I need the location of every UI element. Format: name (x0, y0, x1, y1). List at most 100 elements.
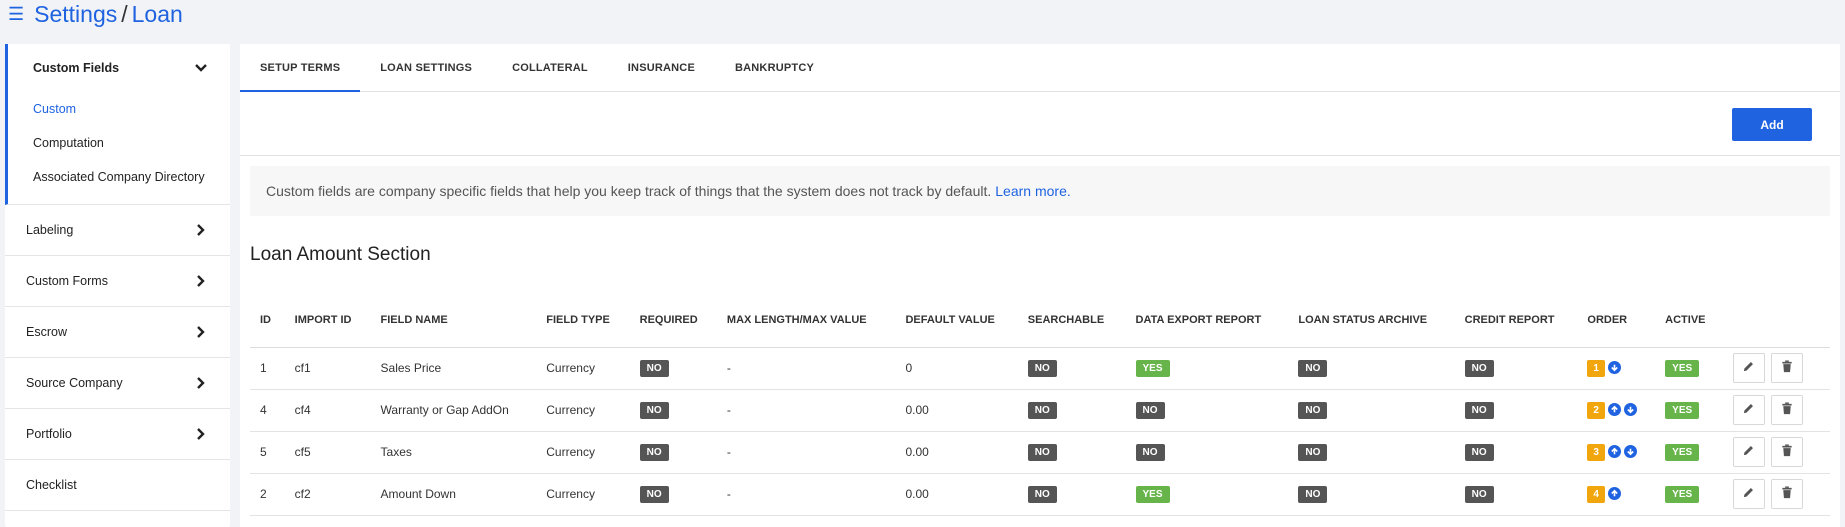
status-badge: NO (639, 485, 669, 503)
delete-button[interactable] (1770, 437, 1803, 467)
add-button[interactable]: Add (1732, 108, 1812, 141)
cell-max: - (716, 389, 896, 432)
cell-credit: NO (1454, 347, 1578, 390)
edit-button[interactable] (1732, 353, 1765, 383)
arrow-down-circle-icon[interactable] (1607, 360, 1621, 374)
column-header: ID (250, 294, 285, 348)
cell-required: NO (629, 389, 717, 432)
cell-import-id: cf5 (284, 431, 371, 474)
sidebar-item-portfolio[interactable]: Portfolio (5, 409, 230, 460)
cell-credit: NO (1454, 473, 1578, 516)
status-badge: NO (1464, 443, 1494, 461)
status-badge: YES (1665, 485, 1700, 503)
cell-active: YES (1655, 389, 1723, 432)
chevron-right-icon (194, 223, 208, 237)
learn-more-link[interactable]: Learn more. (995, 183, 1070, 199)
chevron-right-icon (194, 325, 208, 339)
pencil-icon (1742, 402, 1755, 418)
cell-default: 0 (895, 347, 1018, 390)
info-text: Custom fields are company specific field… (266, 183, 992, 199)
tab-loan-settings[interactable]: LOAN SETTINGS (360, 44, 492, 91)
status-badge: NO (1027, 443, 1057, 461)
status-badge: NO (1027, 401, 1057, 419)
cell-default: 0.00 (895, 473, 1018, 516)
sidebar-group-header[interactable]: Custom Fields (8, 44, 230, 92)
cell-searchable: NO (1017, 389, 1126, 432)
trash-icon (1781, 402, 1793, 418)
sidebar-subitem-custom[interactable]: Custom (8, 92, 230, 126)
tab-collateral[interactable]: COLLATERAL (492, 44, 608, 91)
arrow-down-circle-icon[interactable] (1623, 402, 1637, 416)
sidebar-item-label: Source Company (26, 376, 123, 390)
status-badge: YES (1665, 359, 1700, 377)
tab-insurance[interactable]: INSURANCE (608, 44, 715, 91)
tab-setup-terms[interactable]: SETUP TERMS (240, 44, 361, 92)
cell-max: - (716, 431, 896, 474)
sidebar-item-labeling[interactable]: Labeling (5, 205, 230, 256)
delete-button[interactable] (1770, 479, 1803, 509)
arrow-down-circle-icon[interactable] (1623, 444, 1637, 458)
pencil-icon (1742, 360, 1755, 376)
arrow-up-circle-icon[interactable] (1607, 486, 1621, 500)
status-badge: NO (1298, 443, 1328, 461)
status-badge: NO (1298, 485, 1328, 503)
status-badge: NO (1135, 401, 1165, 419)
table-row: 5 cf5 Taxes Currency NO -0.00 NO NO NO NO 3 YES (250, 431, 1830, 474)
tab-bar: SETUP TERMS LOAN SETTINGS COLLATERAL INSURA… (240, 44, 1840, 92)
chevron-right-icon (194, 376, 208, 390)
cell-active: YES (1655, 473, 1723, 516)
cell-required: NO (629, 347, 717, 390)
delete-button[interactable] (1770, 353, 1803, 383)
cell-field-name: Taxes (370, 431, 537, 474)
tab-bankruptcy[interactable]: BANKRUPTCY (715, 44, 834, 91)
arrow-up-circle-icon[interactable] (1607, 444, 1621, 458)
cell-searchable: NO (1017, 347, 1126, 390)
status-badge: YES (1135, 485, 1170, 503)
cell-order: 1 (1577, 347, 1656, 390)
cell-archive: NO (1288, 431, 1455, 474)
sidebar-item-custom-forms[interactable]: Custom Forms (5, 256, 230, 307)
status-badge: NO (639, 443, 669, 461)
cell-archive: NO (1288, 347, 1455, 390)
cell-credit: NO (1454, 431, 1578, 474)
sidebar-item-escrow[interactable]: Escrow (5, 307, 230, 358)
breadcrumb-separator: / (121, 0, 128, 27)
edit-button[interactable] (1732, 479, 1765, 509)
page-title[interactable]: Settings (34, 1, 117, 28)
cell-field-name: Warranty or Gap AddOn (370, 389, 537, 432)
sidebar-item-label: Portfolio (26, 427, 72, 441)
cell-field-type: Currency (536, 431, 630, 474)
chevron-right-icon (194, 274, 208, 288)
cell-field-name: Sales Price (370, 347, 537, 390)
sidebar: Custom Fields Custom Computation Associa… (5, 44, 230, 527)
cell-id: 2 (250, 473, 285, 516)
cell-archive: NO (1288, 473, 1455, 516)
section-title: Loan Amount Section (250, 244, 431, 265)
sidebar-item-checklist[interactable]: Checklist (5, 460, 230, 511)
cell-actions (1722, 347, 1830, 390)
status-badge: YES (1665, 443, 1700, 461)
cell-field-type: Currency (536, 473, 630, 516)
edit-button[interactable] (1732, 437, 1765, 467)
cell-actions (1722, 389, 1830, 432)
cell-default: 0.00 (895, 389, 1018, 432)
sidebar-subitem-computation[interactable]: Computation (8, 126, 230, 160)
table-row: 2 cf2 Amount Down Currency NO -0.00 NO YES NO NO 4… (250, 473, 1830, 516)
cell-required: NO (629, 473, 717, 516)
sidebar-subitem-associated-company-directory[interactable]: Associated Company Directory (8, 160, 230, 194)
chevron-down-icon (194, 61, 208, 75)
sidebar-item-source-company[interactable]: Source Company (5, 358, 230, 409)
column-header: MAX LENGTH/MAX VALUE (716, 294, 896, 348)
cell-field-name: Amount Down (370, 473, 537, 516)
cell-export: YES (1125, 473, 1289, 516)
hamburger-icon[interactable]: ☰ (8, 5, 24, 23)
edit-button[interactable] (1732, 395, 1765, 425)
cell-active: YES (1655, 431, 1723, 474)
arrow-up-circle-icon[interactable] (1607, 402, 1621, 416)
cell-searchable: NO (1017, 431, 1126, 474)
delete-button[interactable] (1770, 395, 1803, 425)
cell-actions (1722, 473, 1830, 516)
sidebar-item-label: Checklist (26, 478, 77, 492)
page-subtitle: Loan (131, 0, 183, 27)
column-header: SEARCHABLE (1017, 294, 1126, 348)
